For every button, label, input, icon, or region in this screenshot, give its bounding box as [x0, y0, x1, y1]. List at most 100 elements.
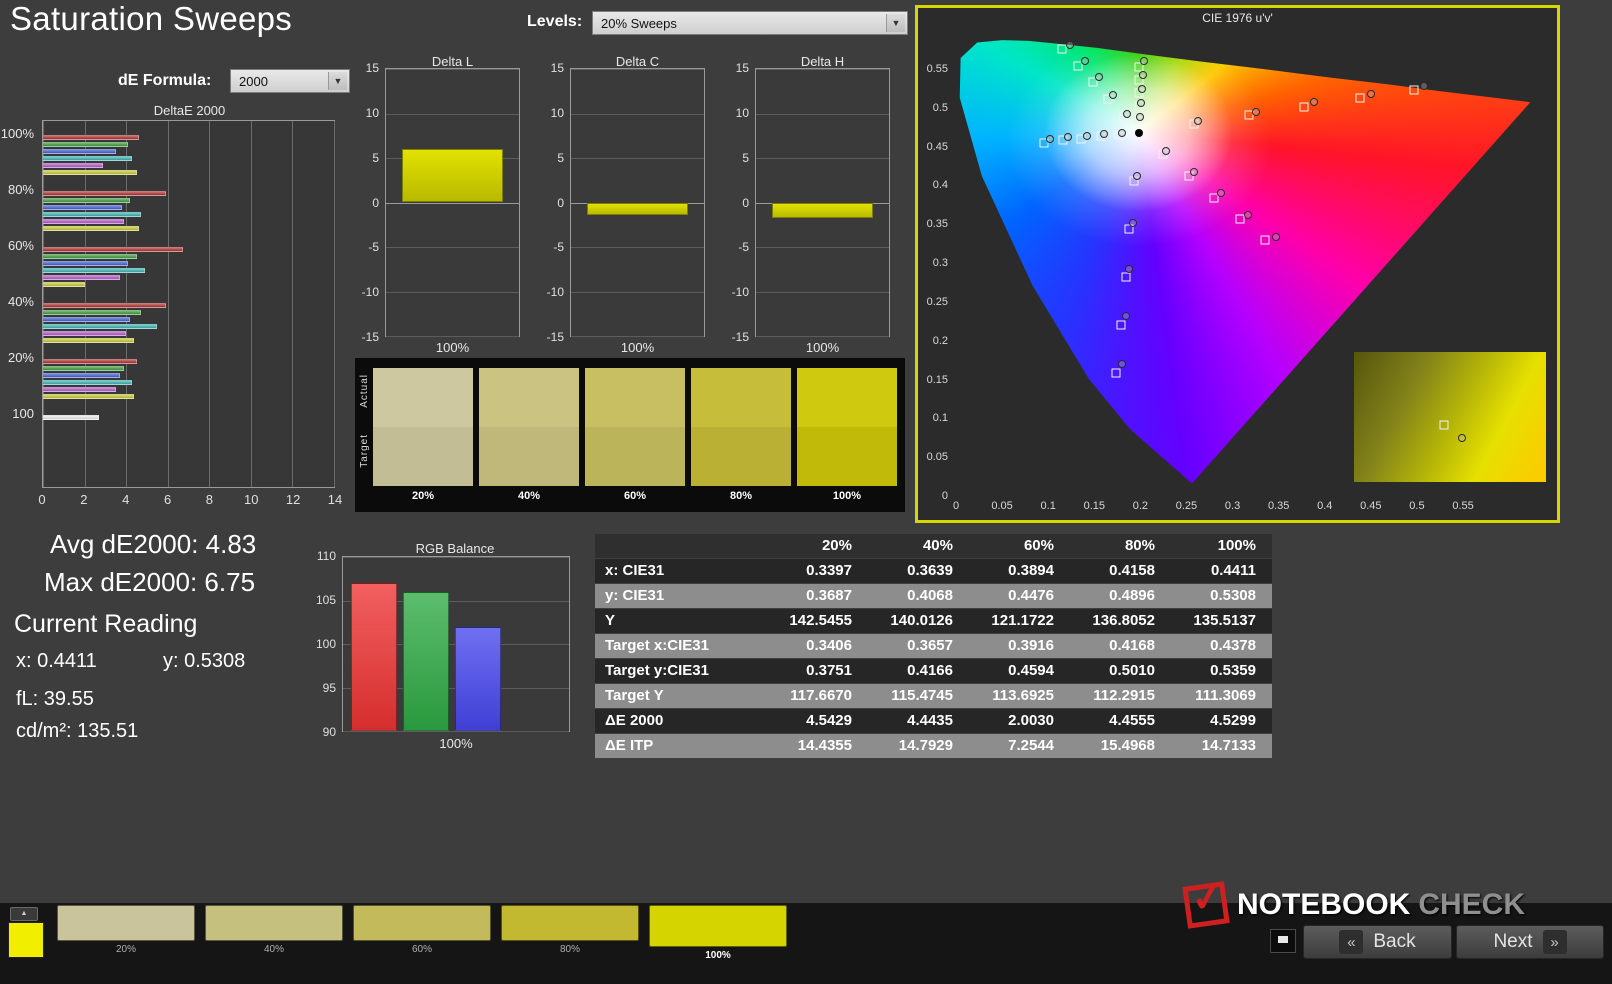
table-header-cell: 80%	[1124, 537, 1155, 554]
levels-select[interactable]: 20% Sweeps ▼	[592, 11, 908, 35]
current-color-swatch[interactable]	[8, 922, 44, 958]
gridline	[571, 69, 704, 70]
table-cell: 4.5429	[806, 712, 852, 729]
bottom-swatch	[57, 905, 195, 941]
max-de2000-stat: Max dE2000: 6.75	[44, 567, 256, 597]
deltae-bar	[43, 149, 116, 154]
cie-target-marker	[1409, 85, 1419, 95]
table-row-label: Target x:CIE31	[605, 637, 709, 654]
deltae-xtick-label: 0	[38, 492, 46, 507]
table-cell: 0.5359	[1210, 662, 1256, 679]
ytick-label: -5	[738, 240, 749, 255]
de-formula-select[interactable]: 2000 ▼	[230, 69, 350, 93]
table-cell: 0.3639	[907, 562, 953, 579]
deltae-bar	[43, 331, 127, 336]
table-row: y: CIE31 0.3687 0.4068 0.4476 0.4896 0.5308	[595, 584, 1272, 609]
check-glyph: ✓	[1188, 873, 1228, 922]
cie-title: CIE 1976 u'v'	[1202, 11, 1273, 25]
rgb-balance-title: RGB Balance	[415, 541, 495, 556]
table-row-label: y: CIE31	[605, 587, 665, 604]
bottom-swatch-slot[interactable]: 100%	[649, 905, 787, 963]
cie-measured-marker	[1108, 91, 1117, 100]
deltae-bar	[43, 303, 166, 308]
table-cell: 111.3069	[1195, 687, 1256, 704]
deltae-bar	[43, 191, 166, 196]
cie-target-marker	[1260, 235, 1270, 245]
table-cell: 136.8052	[1092, 612, 1155, 629]
target-row-label: Target	[359, 434, 370, 468]
table-cell: 0.3397	[806, 562, 852, 579]
chevron-left-double-icon: «	[1339, 930, 1364, 954]
delta-c-plot	[570, 68, 705, 337]
current-x-value: x: 0.4411	[16, 650, 97, 672]
cie-ytick-label: 0.55	[926, 62, 948, 75]
chevron-down-icon: ▼	[886, 14, 905, 32]
ytick-label: 5	[557, 150, 564, 165]
actual-swatch	[585, 368, 685, 427]
deltae-group-label: 100	[12, 406, 34, 421]
table-cell: 135.5137	[1193, 612, 1256, 629]
deltae-bar	[43, 198, 131, 203]
cie-measured-marker	[1162, 147, 1171, 156]
levels-label: Levels:	[527, 13, 583, 30]
cie-xtick-label: 0	[952, 500, 960, 512]
notebookcheck-check-icon: ✓	[1182, 874, 1230, 929]
delta-c-yaxis: 15 10 5 0 -5 -10 -15	[534, 61, 568, 344]
gridline	[386, 247, 519, 248]
cie-xtick-label: 0.15	[1083, 500, 1105, 512]
cie-whitepoint-marker	[1134, 128, 1143, 137]
deltae-xtick-label: 6	[163, 492, 172, 507]
table-row: ΔE 2000 4.5429 4.4435 2.0030 4.4555 4.5299	[595, 709, 1272, 734]
deltae-bar-group	[43, 183, 334, 239]
cie-target-marker	[1235, 214, 1245, 224]
cie-inset-target	[1439, 420, 1449, 430]
gridline	[571, 336, 704, 337]
cie-xtick-label: 0.55	[1452, 500, 1474, 512]
cie-measured-marker	[1100, 130, 1109, 139]
back-button[interactable]: « Back	[1303, 925, 1452, 959]
cie-measured-marker	[1309, 98, 1318, 107]
cie-ytick-label: 0.1	[932, 412, 948, 425]
cie-ytick-label: 0	[941, 490, 948, 502]
deltae-xtick-label: 12	[285, 492, 301, 507]
ytick-label: 15	[365, 61, 379, 75]
ytick-label: 0	[372, 195, 379, 210]
cie-inset-measured	[1457, 433, 1466, 442]
table-row-label: Target y:CIE31	[605, 662, 709, 679]
cie-measured-marker	[1129, 218, 1137, 227]
ytick-label: -15	[546, 330, 564, 344]
next-button[interactable]: Next »	[1456, 925, 1604, 959]
next-label: Next	[1493, 931, 1533, 952]
table-cell: 0.4411	[1210, 562, 1256, 579]
compare-cell	[479, 368, 579, 486]
table-cell: 0.3916	[1008, 637, 1054, 654]
delta-l-plot	[385, 68, 520, 337]
bottom-swatch-label: 100%	[705, 950, 731, 961]
bottom-swatch-slot[interactable]: 20%	[57, 905, 195, 963]
compare-panel: Actual Target 20% 40% 60% 80% 100%	[355, 358, 905, 512]
rgb-bar-blue	[455, 626, 501, 731]
display-icon[interactable]	[1270, 929, 1296, 953]
deltae-bar	[43, 317, 131, 322]
cie-target-marker	[1299, 102, 1309, 112]
bottom-swatch-slot[interactable]: 80%	[501, 905, 639, 963]
ytick-label: 90	[322, 725, 336, 739]
current-cdm2-value: cd/m²: 135.51	[16, 720, 139, 742]
deltae-bar	[43, 324, 158, 329]
cie-ytick-label: 0.5	[932, 101, 948, 114]
collapse-up-button[interactable]: ▲	[10, 907, 38, 921]
deltae-bar	[43, 387, 116, 392]
bottom-swatch-slot[interactable]: 60%	[353, 905, 491, 963]
delta-h-title: Delta H	[800, 54, 845, 69]
compare-percent-label: 40%	[517, 490, 541, 502]
deltae-bar-group	[43, 239, 334, 295]
de-formula-label: dE Formula:	[118, 72, 212, 89]
deltae-xaxis: 0 2 4 6 8 10 12 14	[38, 492, 342, 508]
cie-measured-marker	[1066, 40, 1075, 49]
ytick-label: -15	[361, 330, 379, 344]
deltae-bar	[43, 156, 133, 161]
gridline	[386, 113, 519, 115]
table-cell: 4.4435	[907, 712, 953, 729]
bottom-swatch-slot[interactable]: 40%	[205, 905, 343, 963]
delta-c-xlabel: 100%	[620, 340, 655, 355]
